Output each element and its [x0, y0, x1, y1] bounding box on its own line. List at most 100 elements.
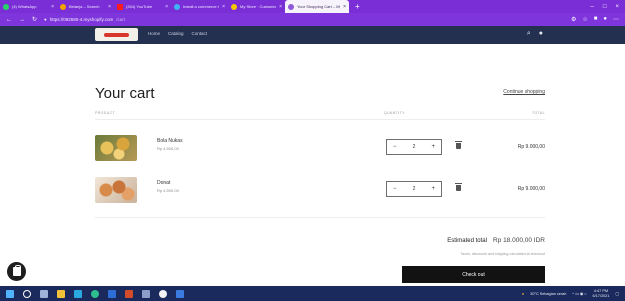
browser-tab[interactable]: Belanja – Search × — [57, 0, 114, 13]
product-image[interactable] — [95, 135, 137, 161]
close-icon[interactable]: × — [279, 4, 282, 10]
forward-icon[interactable]: → — [19, 17, 25, 23]
plus-icon[interactable]: + — [431, 144, 435, 150]
estimated-total: Estimated total Rp 18.000,00 IDR — [447, 237, 545, 244]
divider — [95, 217, 545, 218]
globe-icon — [174, 3, 180, 10]
powerpoint-icon[interactable] — [125, 289, 133, 298]
line-total: Rp 9.000,00 — [517, 144, 545, 150]
shopify-icon — [231, 3, 237, 10]
shopify-bag-icon[interactable] — [7, 262, 26, 281]
youtube-icon — [117, 3, 123, 10]
column-header-product: PRODUCT — [95, 111, 116, 115]
nav-catalog[interactable]: Catalog — [168, 31, 184, 36]
quantity-value[interactable]: 2 — [413, 144, 416, 150]
continue-shopping-link[interactable]: Continue shopping — [503, 89, 545, 95]
url-host: https://092580-4.myshopify.com — [49, 17, 114, 22]
settings-icon[interactable]: ⚙ — [571, 16, 576, 23]
product-price: Rp 4.500,00 — [157, 188, 179, 193]
tab-title: Install a commerce theme — [183, 4, 219, 9]
nav-contact[interactable]: Contact — [192, 31, 208, 36]
close-icon[interactable]: × — [343, 4, 346, 10]
trash-icon[interactable] — [455, 183, 462, 191]
new-tab-button[interactable]: + — [349, 0, 366, 13]
trash-icon[interactable] — [455, 141, 462, 149]
search-icon[interactable]: ⌕ — [527, 30, 531, 38]
tab-title: My Store · Customize theme — [240, 4, 276, 9]
back-icon[interactable]: ← — [6, 17, 12, 23]
cart-item: Donat Rp 4.500,00 − 2 + Rp 9.000,00 — [95, 177, 545, 203]
whatsapp-icon — [3, 3, 9, 10]
line-total: Rp 9.000,00 — [517, 186, 545, 192]
photos-icon[interactable] — [142, 289, 150, 298]
browser-tab[interactable]: (334) YouTube × — [114, 0, 171, 13]
settings-app-icon[interactable] — [176, 289, 184, 298]
weather-icon[interactable]: ● — [522, 292, 524, 296]
tab-title: (4) WhatsApp — [12, 4, 37, 9]
chrome-icon[interactable] — [159, 289, 167, 298]
search-icon — [60, 3, 66, 10]
search-icon[interactable] — [23, 289, 31, 298]
product-name[interactable]: Donat — [157, 180, 170, 186]
tab-title: Belanja – Search — [69, 4, 100, 9]
start-icon[interactable] — [6, 289, 14, 298]
menu-icon[interactable]: ⋯ — [613, 16, 619, 23]
maximize-icon[interactable]: □ — [603, 4, 607, 10]
browser-tab[interactable]: My Store · Customize theme× — [228, 0, 285, 13]
close-icon[interactable]: × — [51, 4, 54, 10]
lock-icon: ● — [44, 17, 47, 22]
quantity-value[interactable]: 2 — [413, 186, 416, 192]
cart-item: Bola Nukas Rp 4.500,00 − 2 + Rp 9.000,00 — [95, 135, 545, 161]
url-path: /cart — [116, 17, 125, 22]
page-title: Your cart — [95, 85, 155, 102]
estimated-total-value: Rp 18.000,00 IDR — [492, 237, 545, 244]
word-icon[interactable] — [108, 289, 116, 298]
profile-icon[interactable]: ● — [603, 16, 607, 23]
quantity-stepper[interactable]: − 2 + — [386, 139, 442, 155]
weather-text[interactable]: 30°C Sebagian cerah — [530, 292, 566, 296]
cart-icon[interactable]: ● — [539, 30, 543, 38]
clock[interactable]: 4:47 PM 6/17/2021 — [593, 289, 610, 298]
plus-icon[interactable]: + — [431, 186, 435, 192]
main-nav: Home Catalog Contact — [148, 31, 207, 36]
store-app-icon[interactable] — [74, 289, 82, 298]
browser-tab[interactable]: Install a commerce theme× — [171, 0, 228, 13]
tray-icons[interactable]: ^ ▭ ◉ ⌂ — [572, 291, 586, 296]
column-header-total: TOTAL — [532, 111, 545, 115]
column-header-quantity: QUANTITY — [384, 111, 405, 115]
product-image[interactable] — [95, 177, 137, 203]
browser-tab[interactable]: (4) WhatsApp × — [0, 0, 57, 13]
minus-icon[interactable]: − — [393, 144, 397, 150]
reload-icon[interactable]: ↻ — [32, 16, 37, 23]
extensions-icon[interactable]: ■ — [594, 16, 598, 23]
product-name[interactable]: Bola Nukas — [157, 138, 183, 144]
close-window-icon[interactable]: × — [615, 4, 619, 10]
close-icon[interactable]: × — [222, 4, 225, 10]
file-explorer-icon[interactable] — [57, 289, 65, 298]
store-header: Home Catalog Contact ⌕ ● — [0, 26, 625, 44]
system-tray: ● 30°C Sebagian cerah ^ ▭ ◉ ⌂ 4:47 PM 6/… — [522, 289, 619, 298]
nav-home[interactable]: Home — [148, 31, 160, 36]
close-icon[interactable]: × — [108, 4, 111, 10]
minimize-icon[interactable]: – — [591, 4, 594, 10]
close-icon[interactable]: × — [165, 4, 168, 10]
product-price: Rp 4.500,00 — [157, 146, 179, 151]
quantity-stepper[interactable]: − 2 + — [386, 181, 442, 197]
browser-toolbar: ← → ↻ ● https://092580-4.myshopify.com/c… — [0, 13, 625, 26]
edge-icon[interactable] — [91, 289, 99, 298]
browser-tab-strip: (4) WhatsApp × Belanja – Search × (334) Yo… — [0, 0, 625, 13]
clock-date: 6/17/2021 — [592, 293, 610, 298]
notifications-icon[interactable]: ▢ — [615, 291, 619, 296]
taxes-note: Taxes, discounts and shipping calculated… — [460, 252, 545, 256]
checkout-button[interactable]: Check out — [402, 266, 545, 283]
address-bar[interactable]: ● https://092580-4.myshopify.com/cart — [44, 15, 564, 24]
bookmark-star-icon[interactable]: ☆ — [582, 16, 587, 23]
tab-title: Your Shopping Cart – My — [297, 4, 341, 9]
minus-icon[interactable]: − — [393, 186, 397, 192]
store-icon — [288, 3, 294, 10]
divider — [95, 119, 545, 120]
browser-tab-active[interactable]: Your Shopping Cart – My × — [285, 0, 349, 13]
tab-title: (334) YouTube — [126, 4, 153, 9]
store-logo[interactable] — [95, 28, 138, 41]
task-view-icon[interactable] — [40, 289, 48, 298]
